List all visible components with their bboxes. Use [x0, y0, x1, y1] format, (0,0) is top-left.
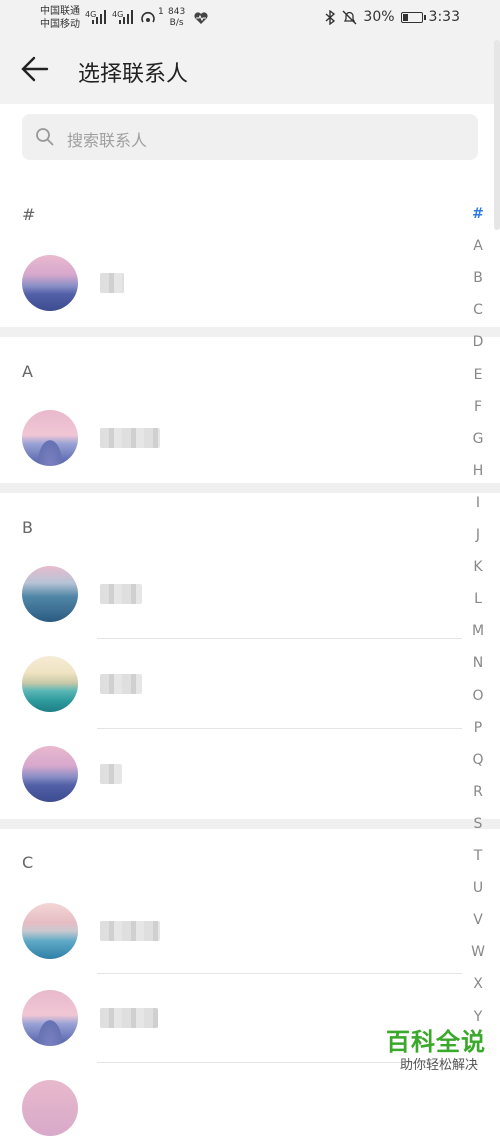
contact-name-redacted: [100, 273, 124, 293]
alphabet-index-h[interactable]: H: [466, 463, 490, 479]
alphabet-index-g[interactable]: G: [466, 431, 490, 447]
alphabet-index-t[interactable]: T: [466, 848, 490, 864]
avatar: [22, 656, 78, 712]
avatar: [22, 990, 78, 1046]
alphabet-index-f[interactable]: F: [466, 399, 490, 415]
heart-rate-icon: [194, 12, 208, 24]
page-title: 选择联系人: [78, 62, 189, 87]
alphabet-index-r[interactable]: R: [466, 784, 490, 800]
contact-name-redacted: [100, 428, 160, 448]
back-button[interactable]: [20, 54, 56, 88]
search-placeholder: 搜索联系人: [67, 131, 148, 150]
section-divider: [0, 819, 500, 829]
contact-item[interactable]: [0, 245, 460, 321]
avatar: [22, 255, 78, 311]
battery-icon: [400, 11, 426, 23]
alphabet-index-s[interactable]: S: [466, 816, 490, 832]
signal-bars-icon: [92, 10, 106, 24]
alphabet-index-i[interactable]: I: [466, 495, 490, 511]
hotspot-icon: [141, 11, 155, 23]
avatar: [22, 1080, 78, 1136]
contact-name-redacted: [100, 584, 142, 604]
carrier-1: 中国联通: [40, 6, 80, 17]
search-icon: [36, 128, 54, 146]
alphabet-index-j[interactable]: J: [466, 527, 490, 543]
section-header-c: C: [22, 853, 34, 872]
alphabet-index-b[interactable]: B: [466, 270, 490, 286]
carrier-2: 中国移动: [40, 19, 80, 30]
section-divider: [0, 327, 500, 337]
alphabet-index-q[interactable]: Q: [466, 752, 490, 768]
alphabet-index-v[interactable]: V: [466, 912, 490, 928]
app-header: 选择联系人: [0, 36, 500, 104]
alphabet-index-e[interactable]: E: [466, 367, 490, 383]
section-header-a: A: [22, 362, 33, 381]
scroll-indicator: [494, 40, 500, 230]
section-divider: [0, 483, 500, 493]
back-arrow-icon: [21, 56, 49, 82]
contact-name-redacted: [100, 764, 122, 784]
alphabet-index-x[interactable]: X: [466, 976, 490, 992]
watermark-slogan: 助你轻松解决: [399, 1058, 478, 1073]
alphabet-index-m[interactable]: M: [466, 623, 490, 639]
bluetooth-icon: [325, 9, 336, 25]
watermark-brand: 百科全说: [386, 1028, 486, 1056]
net-speed: 843 B/s: [168, 7, 185, 29]
status-bar: 中国联通 中国移动 4G 4G 1 843 B/s 30% 3:33: [0, 0, 500, 36]
contact-item[interactable]: [0, 646, 460, 722]
alphabet-index-n[interactable]: N: [466, 655, 490, 671]
contact-name-redacted: [100, 674, 142, 694]
avatar: [22, 903, 78, 959]
signal-bars-2-icon: [119, 10, 133, 24]
alphabet-index-k[interactable]: K: [466, 559, 490, 575]
avatar: [22, 410, 78, 466]
alphabet-index-y[interactable]: Y: [466, 1009, 490, 1025]
alphabet-index-l[interactable]: L: [466, 591, 490, 607]
net-speed-unit: B/s: [169, 18, 184, 28]
alphabet-index-u[interactable]: U: [466, 880, 490, 896]
status-right: 30% 3:33: [324, 9, 460, 25]
contact-item[interactable]: [0, 556, 460, 632]
alphabet-index-c[interactable]: C: [466, 302, 490, 318]
clock: 3:33: [428, 9, 460, 25]
contact-item[interactable]: [0, 736, 460, 812]
search-input[interactable]: 搜索联系人: [22, 114, 478, 160]
contact-item[interactable]: [0, 1070, 460, 1146]
net-speed-value: 843: [168, 7, 186, 17]
contact-name-redacted: [100, 1008, 158, 1028]
contact-name-redacted: [100, 921, 160, 941]
alphabet-index-a[interactable]: A: [466, 238, 490, 254]
row-separator: [97, 728, 462, 729]
alphabet-index-p[interactable]: P: [466, 720, 490, 736]
alphabet-index-o[interactable]: O: [466, 688, 490, 704]
alphabet-index-hash[interactable]: #: [466, 206, 490, 222]
alphabet-index-d[interactable]: D: [466, 334, 490, 350]
contact-item[interactable]: [0, 400, 460, 476]
avatar: [22, 746, 78, 802]
row-separator: [97, 638, 462, 639]
battery-percent: 30%: [363, 9, 395, 25]
contact-item[interactable]: [0, 893, 460, 969]
carrier-names: 中国联通 中国移动: [40, 5, 80, 31]
row-separator: [97, 973, 462, 974]
hotspot-count: 1: [158, 7, 164, 17]
mute-bell-icon: [342, 10, 357, 24]
avatar: [22, 566, 78, 622]
section-header-hash: #: [22, 205, 36, 224]
section-header-b: B: [22, 518, 33, 537]
alphabet-index-w[interactable]: W: [466, 944, 490, 960]
